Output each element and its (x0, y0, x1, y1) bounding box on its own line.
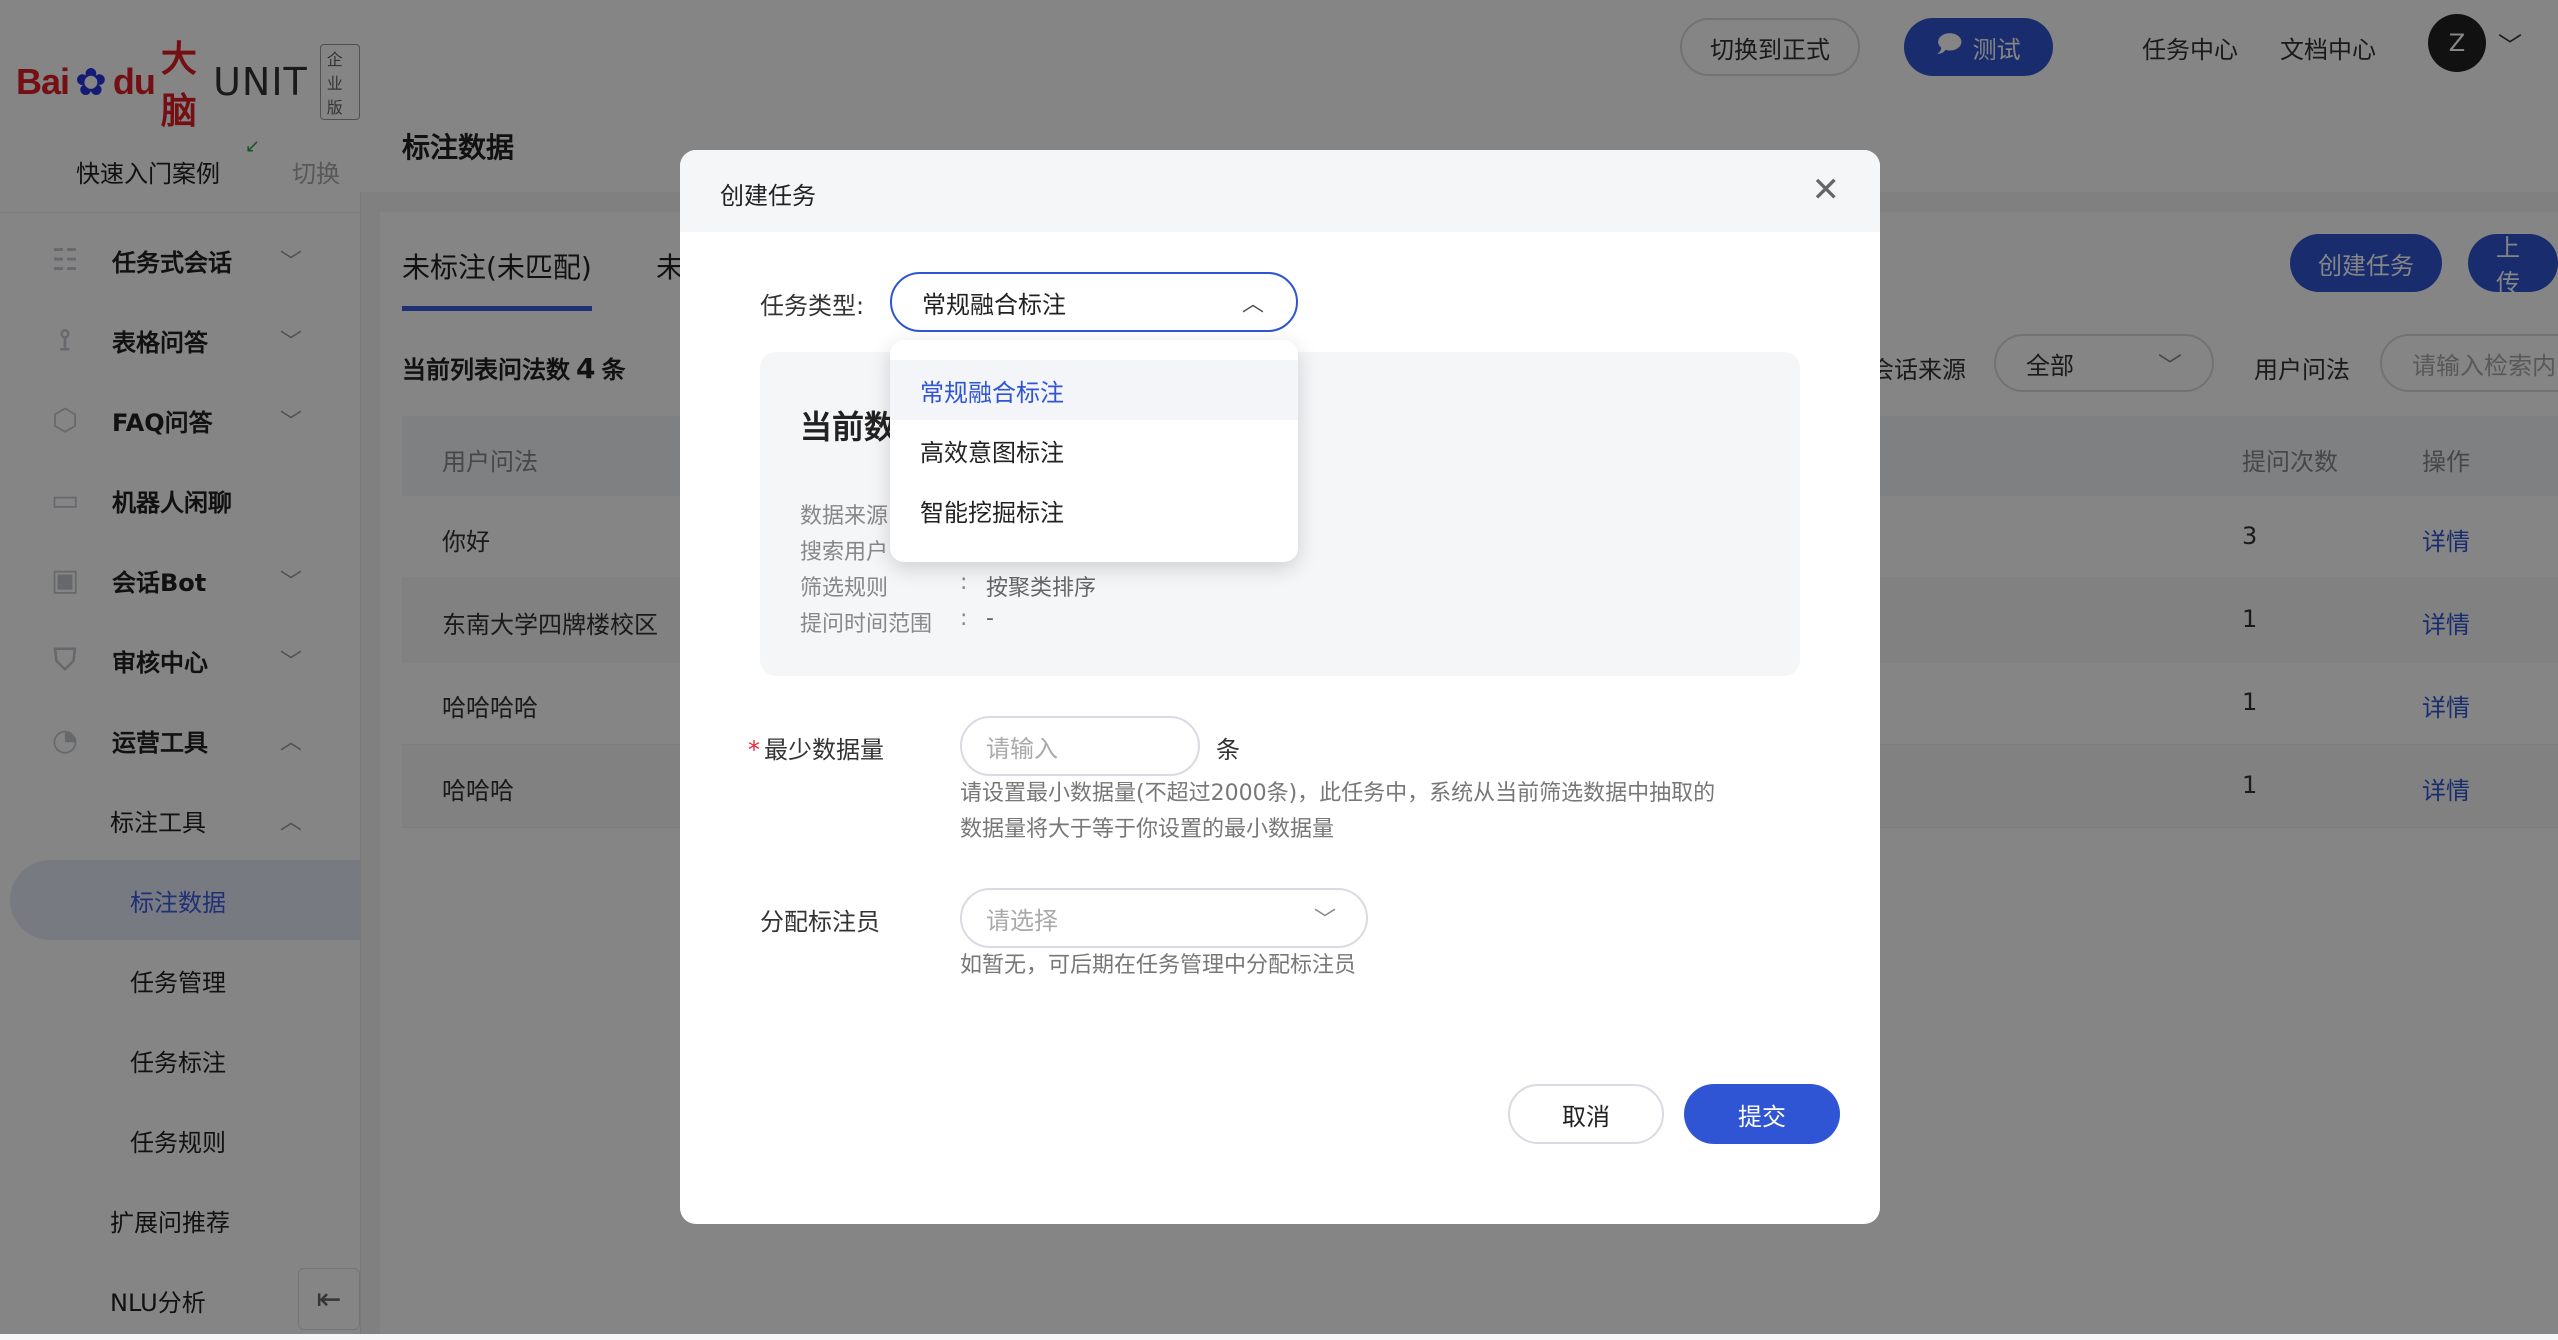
assign-hint: 如暂无，可后期在任务管理中分配标注员 (960, 953, 1357, 978)
task-type-label: 任务类型: (760, 292, 865, 320)
min-data-hint: 请设置最小数据量(不超过2000条)，此任务中，系统从当前筛选数据中抽取的 数据… (960, 776, 1715, 848)
modal-header: 创建任务 ✕ (680, 150, 1880, 232)
close-icon[interactable]: ✕ (1812, 170, 1841, 210)
min-data-unit: 条 (1216, 736, 1240, 764)
info-title: 当前数 (800, 408, 897, 446)
option-regular[interactable]: 常规融合标注 (890, 360, 1298, 420)
modal-title: 创建任务 (720, 182, 816, 210)
assign-placeholder: 请选择 (986, 906, 1058, 935)
info-value: 按聚类排序 (986, 576, 1097, 601)
info-label: 搜索用户 (800, 540, 889, 565)
required-mark: * (748, 736, 760, 764)
info-sep: : (960, 570, 968, 595)
info-label: 筛选规则 (800, 576, 889, 601)
option-efficient-intent[interactable]: 高效意图标注 (890, 420, 1298, 480)
info-label: 提问时间范围 (800, 612, 933, 637)
create-task-modal: 创建任务 ✕ 任务类型: 常规融合标注 ︿ 当前数 数据来源 搜索用户 筛选规则… (680, 150, 1880, 1224)
chevron-down-icon: ﹀ (1313, 908, 1336, 933)
info-label: 数据来源 (800, 504, 889, 529)
min-data-label: * 最少数据量 (748, 730, 884, 765)
info-value: - (986, 606, 994, 631)
task-type-select[interactable]: 常规融合标注 ︿ (890, 272, 1298, 332)
assign-label: 分配标注员 (760, 908, 880, 936)
assign-select[interactable]: 请选择 ﹀ (960, 888, 1368, 948)
info-sep: : (960, 606, 968, 631)
chevron-up-icon: ︿ (1241, 292, 1264, 317)
min-hint-line-2: 数据量将大于等于你设置的最小数据量 (960, 817, 1335, 842)
info-row-search: 搜索用户 (800, 534, 888, 566)
min-data-input[interactable]: 请输入 (960, 716, 1200, 776)
info-row-time: 提问时间范围 : - (800, 606, 994, 638)
task-type-value: 常规融合标注 (922, 290, 1066, 319)
info-row-source: 数据来源 (800, 498, 888, 530)
info-row-rule: 筛选规则 : 按聚类排序 (800, 570, 1096, 602)
task-type-dropdown: 常规融合标注 高效意图标注 智能挖掘标注 (890, 340, 1298, 562)
cancel-button[interactable]: 取消 (1508, 1084, 1664, 1144)
option-smart-mining[interactable]: 智能挖掘标注 (890, 480, 1298, 540)
min-hint-line-1: 请设置最小数据量(不超过2000条)，此任务中，系统从当前筛选数据中抽取的 (960, 781, 1716, 806)
submit-button[interactable]: 提交 (1684, 1084, 1840, 1144)
min-data-label-text: 最少数据量 (764, 736, 884, 764)
